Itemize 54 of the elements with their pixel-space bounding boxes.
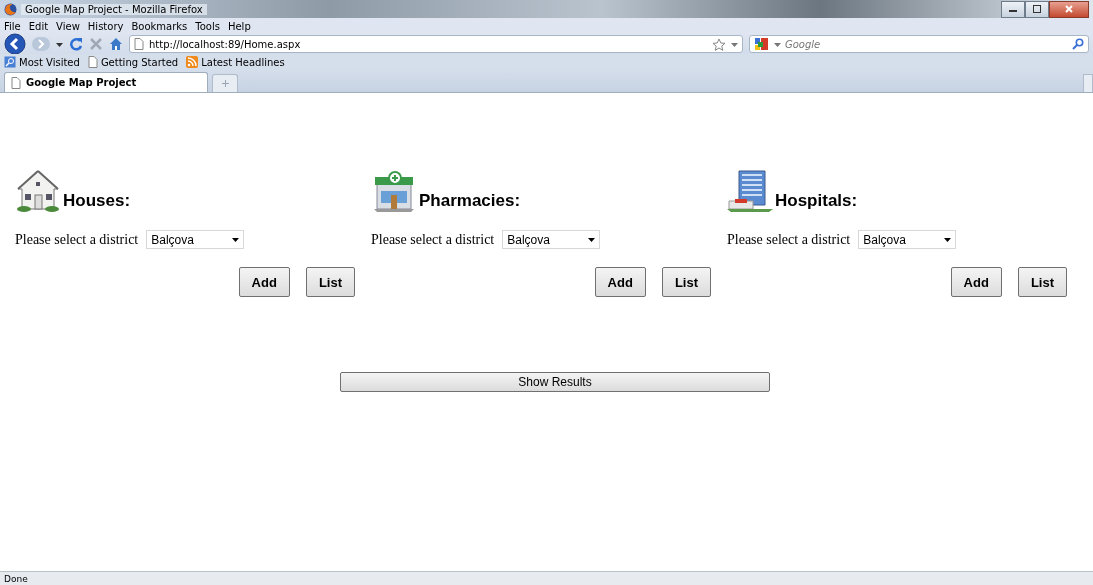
section-heading: Hospitals: — [775, 191, 858, 211]
bookmark-item[interactable]: Getting Started — [87, 56, 183, 68]
field-label: Please select a district — [371, 231, 495, 248]
maximize-button[interactable] — [1025, 0, 1049, 18]
status-text: Done — [0, 571, 1093, 585]
show-results-button[interactable]: Show Results — [340, 372, 770, 392]
list-button[interactable]: List — [305, 267, 355, 297]
plus-icon — [221, 80, 229, 87]
address-bar[interactable]: http://localhost:89/Home.aspx — [129, 35, 743, 53]
add-button[interactable]: Add — [238, 267, 290, 297]
list-button[interactable]: List — [661, 267, 711, 297]
section-heading: Pharmacies: — [419, 191, 521, 211]
browser-tab[interactable]: Google Map Project — [4, 72, 208, 92]
field-label: Please select a district — [15, 231, 139, 248]
feed-icon — [186, 56, 199, 68]
page-icon — [134, 38, 144, 50]
section-heading: Houses: — [63, 191, 131, 211]
page-icon — [11, 76, 21, 89]
menu-item[interactable]: View — [56, 20, 80, 32]
menu-item[interactable]: Help — [227, 20, 251, 32]
list-button[interactable]: List — [1017, 267, 1067, 297]
colored-blocks-icon[interactable] — [754, 37, 770, 51]
add-button[interactable]: Add — [950, 267, 1002, 297]
office-building-icon — [727, 167, 773, 213]
house-icon — [15, 167, 61, 213]
district-dropdown[interactable]: Balçova — [146, 230, 245, 249]
search-field[interactable]: Google — [785, 38, 1068, 50]
menu-item[interactable]: Edit — [28, 20, 49, 32]
close-button[interactable] — [1049, 0, 1089, 18]
window-title: Google Map Project - Mozilla Firefox — [21, 3, 207, 15]
district-dropdown[interactable]: Balçova — [858, 230, 957, 249]
caret-icon — [588, 237, 596, 242]
search-icon[interactable] — [1072, 38, 1084, 50]
caret-icon — [944, 237, 952, 242]
reload-icon[interactable] — [69, 37, 83, 51]
caret-icon — [232, 237, 240, 242]
bookmark-item[interactable]: Latest Headlines — [186, 56, 289, 68]
menu-item[interactable]: History — [87, 20, 124, 32]
bookmark-item[interactable]: Most Visited — [4, 56, 84, 68]
add-button[interactable]: Add — [594, 267, 646, 297]
menu-item[interactable]: Tools — [195, 20, 220, 32]
search-bar[interactable]: Google — [749, 35, 1089, 53]
maximize-icon — [1032, 4, 1042, 14]
page-icon — [87, 56, 98, 68]
menu-item[interactable]: File — [4, 20, 21, 32]
district-dropdown[interactable]: Balçova — [502, 230, 601, 249]
back-button[interactable] — [4, 33, 26, 55]
home-icon[interactable] — [109, 37, 123, 51]
menu-item[interactable]: Bookmarks — [131, 20, 188, 32]
field-label: Please select a district — [727, 231, 851, 248]
minimize-button[interactable] — [1001, 0, 1025, 18]
magnifier-icon — [4, 56, 16, 68]
star-icon[interactable] — [712, 37, 726, 51]
close-icon — [1064, 4, 1074, 14]
